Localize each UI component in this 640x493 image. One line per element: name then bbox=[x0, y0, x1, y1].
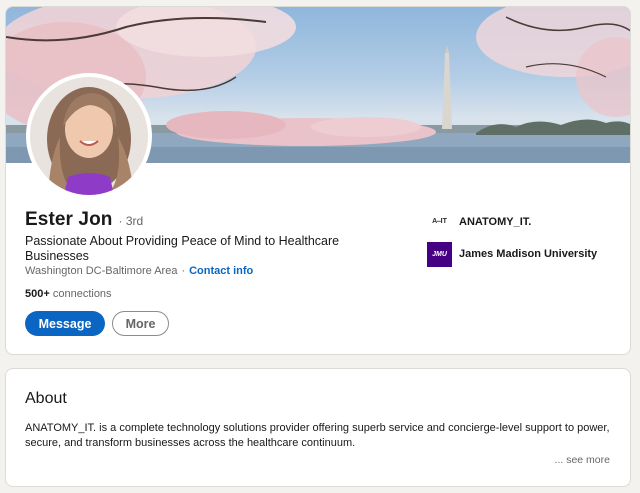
anatomy-it-logo: A⎯IT bbox=[427, 209, 452, 235]
experience-summary: A⎯IT ANATOMY_IT. JMU James Madison Unive… bbox=[427, 209, 623, 273]
profile-photo-illustration bbox=[30, 77, 148, 195]
more-button[interactable]: More bbox=[112, 311, 169, 336]
school-name: James Madison University bbox=[459, 248, 598, 260]
profile-headline: Passionate About Providing Peace of Mind… bbox=[25, 234, 340, 263]
about-text: ANATOMY_IT. is a complete technology sol… bbox=[25, 422, 610, 449]
experience-item-anatomy-it[interactable]: A⎯IT ANATOMY_IT. bbox=[427, 209, 623, 235]
message-button[interactable]: Message bbox=[25, 311, 105, 336]
about-card: About ANATOMY_IT. is a complete technolo… bbox=[5, 368, 631, 487]
location-row: Washington DC-Baltimore Area · Contact i… bbox=[25, 265, 253, 277]
profile-card: Ester Jon · 3rd Passionate About Providi… bbox=[5, 6, 631, 355]
contact-info-link[interactable]: Contact info bbox=[189, 265, 253, 277]
connections-count[interactable]: 500+ connections bbox=[25, 288, 112, 300]
connections-number: 500+ bbox=[25, 288, 50, 300]
connection-degree: · 3rd bbox=[118, 214, 144, 228]
location-separator: · bbox=[181, 265, 186, 277]
location-text: Washington DC-Baltimore Area bbox=[25, 265, 178, 277]
see-more-link[interactable]: ... see more bbox=[555, 454, 610, 466]
connections-label: connections bbox=[52, 288, 112, 300]
company-name: ANATOMY_IT. bbox=[459, 216, 532, 228]
name-row: Ester Jon · 3rd bbox=[25, 209, 143, 231]
profile-actions: Message More bbox=[25, 311, 169, 336]
about-heading: About bbox=[25, 390, 67, 407]
profile-photo[interactable] bbox=[26, 73, 152, 199]
jmu-logo: JMU bbox=[427, 241, 452, 267]
profile-name: Ester Jon bbox=[25, 209, 113, 230]
experience-item-jmu[interactable]: JMU James Madison University bbox=[427, 241, 623, 267]
